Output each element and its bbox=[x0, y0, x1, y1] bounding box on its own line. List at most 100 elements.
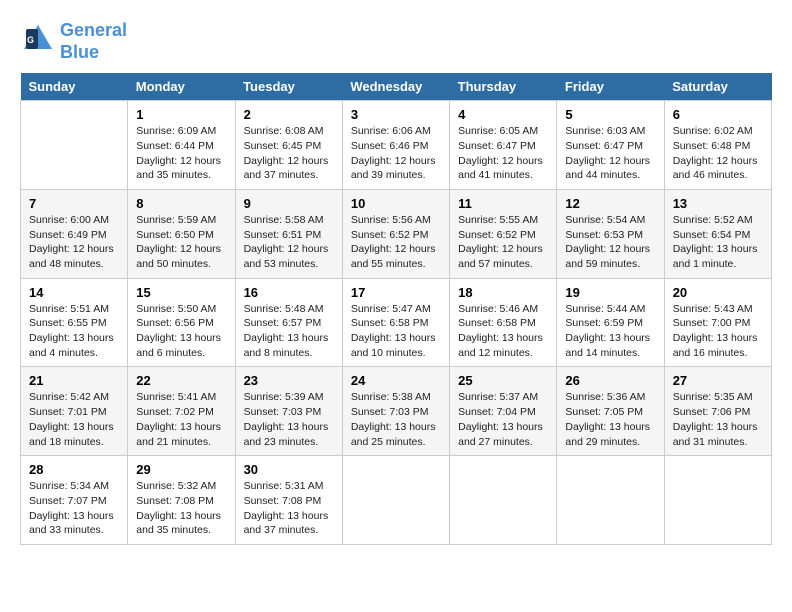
day-cell-16: 16 Sunrise: 5:48 AM Sunset: 6:57 PM Dayli… bbox=[235, 278, 342, 367]
day-number: 7 bbox=[29, 196, 119, 211]
day-info: Sunrise: 5:56 AM Sunset: 6:52 PM Dayligh… bbox=[351, 213, 441, 272]
day-info: Sunrise: 6:05 AM Sunset: 6:47 PM Dayligh… bbox=[458, 124, 548, 183]
day-cell-12: 12Sunrise: 5:54 AM Sunset: 6:53 PM Dayli… bbox=[557, 189, 664, 278]
day-number: 15 bbox=[136, 285, 226, 300]
column-header-friday: Friday bbox=[557, 73, 664, 101]
day-info: Sunrise: 5:58 AM Sunset: 6:51 PM Dayligh… bbox=[244, 213, 334, 272]
day-info: Sunrise: 5:31 AM Sunset: 7:08 PM Dayligh… bbox=[244, 479, 334, 538]
day-info: Sunrise: 5:36 AM Sunset: 7:05 PM Dayligh… bbox=[565, 390, 655, 449]
day-number: 26 bbox=[565, 373, 655, 388]
day-cell-22: 22 Sunrise: 5:41 AM Sunset: 7:02 PM Dayli… bbox=[128, 367, 235, 456]
column-header-thursday: Thursday bbox=[450, 73, 557, 101]
day-number: 14 bbox=[29, 285, 119, 300]
page-header: G General Blue bbox=[20, 20, 772, 63]
calendar-table: SundayMondayTuesdayWednesdayThursdayFrid… bbox=[20, 73, 772, 545]
day-cell-23: 23 Sunrise: 5:39 AM Sunset: 7:03 PM Dayli… bbox=[235, 367, 342, 456]
logo: G General Blue bbox=[20, 20, 127, 63]
day-info: Sunrise: 6:08 AM Sunset: 6:45 PM Dayligh… bbox=[244, 124, 334, 183]
day-info: Sunrise: 5:41 AM Sunset: 7:02 PM Dayligh… bbox=[136, 390, 226, 449]
day-number: 10 bbox=[351, 196, 441, 211]
day-number: 11 bbox=[458, 196, 548, 211]
day-cell-21: 21 Sunrise: 5:42 AM Sunset: 7:01 PM Dayli… bbox=[21, 367, 128, 456]
empty-cell bbox=[557, 456, 664, 545]
day-number: 17 bbox=[351, 285, 441, 300]
header-row: SundayMondayTuesdayWednesdayThursdayFrid… bbox=[21, 73, 772, 101]
day-number: 28 bbox=[29, 462, 119, 477]
day-cell-2: 2 Sunrise: 6:08 AM Sunset: 6:45 PM Daylig… bbox=[235, 101, 342, 190]
empty-cell bbox=[342, 456, 449, 545]
day-number: 30 bbox=[244, 462, 334, 477]
day-info: Sunrise: 5:55 AM Sunset: 6:52 PM Dayligh… bbox=[458, 213, 548, 272]
column-header-sunday: Sunday bbox=[21, 73, 128, 101]
day-info: Sunrise: 5:35 AM Sunset: 7:06 PM Dayligh… bbox=[673, 390, 763, 449]
day-number: 21 bbox=[29, 373, 119, 388]
day-cell-24: 24Sunrise: 5:38 AM Sunset: 7:03 PM Dayli… bbox=[342, 367, 449, 456]
day-number: 1 bbox=[136, 107, 226, 122]
day-number: 24 bbox=[351, 373, 441, 388]
day-number: 3 bbox=[351, 107, 441, 122]
day-cell-10: 10 Sunrise: 5:56 AM Sunset: 6:52 PM Dayli… bbox=[342, 189, 449, 278]
day-number: 9 bbox=[244, 196, 334, 211]
day-number: 23 bbox=[244, 373, 334, 388]
day-cell-11: 11 Sunrise: 5:55 AM Sunset: 6:52 PM Dayli… bbox=[450, 189, 557, 278]
day-cell-25: 25 Sunrise: 5:37 AM Sunset: 7:04 PM Dayli… bbox=[450, 367, 557, 456]
day-info: Sunrise: 6:09 AM Sunset: 6:44 PM Dayligh… bbox=[136, 124, 226, 183]
day-info: Sunrise: 5:54 AM Sunset: 6:53 PM Dayligh… bbox=[565, 213, 655, 272]
day-cell-7: 7 Sunrise: 6:00 AM Sunset: 6:49 PM Daylig… bbox=[21, 189, 128, 278]
week-row-1: 1 Sunrise: 6:09 AM Sunset: 6:44 PM Daylig… bbox=[21, 101, 772, 190]
week-row-3: 14 Sunrise: 5:51 AM Sunset: 6:55 PM Dayli… bbox=[21, 278, 772, 367]
day-number: 2 bbox=[244, 107, 334, 122]
logo-text-line1: General bbox=[60, 20, 127, 42]
day-number: 25 bbox=[458, 373, 548, 388]
day-info: Sunrise: 5:39 AM Sunset: 7:03 PM Dayligh… bbox=[244, 390, 334, 449]
day-cell-20: 20Sunrise: 5:43 AM Sunset: 7:00 PM Dayli… bbox=[664, 278, 771, 367]
day-cell-5: 5 Sunrise: 6:03 AM Sunset: 6:47 PM Daylig… bbox=[557, 101, 664, 190]
day-cell-14: 14 Sunrise: 5:51 AM Sunset: 6:55 PM Dayli… bbox=[21, 278, 128, 367]
week-row-5: 28 Sunrise: 5:34 AM Sunset: 7:07 PM Dayli… bbox=[21, 456, 772, 545]
day-cell-13: 13Sunrise: 5:52 AM Sunset: 6:54 PM Dayli… bbox=[664, 189, 771, 278]
empty-cell bbox=[21, 101, 128, 190]
day-cell-19: 19 Sunrise: 5:44 AM Sunset: 6:59 PM Dayli… bbox=[557, 278, 664, 367]
day-cell-9: 9 Sunrise: 5:58 AM Sunset: 6:51 PM Daylig… bbox=[235, 189, 342, 278]
day-info: Sunrise: 5:46 AM Sunset: 6:58 PM Dayligh… bbox=[458, 302, 548, 361]
day-number: 5 bbox=[565, 107, 655, 122]
day-cell-17: 17 Sunrise: 5:47 AM Sunset: 6:58 PM Dayli… bbox=[342, 278, 449, 367]
day-info: Sunrise: 5:50 AM Sunset: 6:56 PM Dayligh… bbox=[136, 302, 226, 361]
day-number: 19 bbox=[565, 285, 655, 300]
day-info: Sunrise: 5:59 AM Sunset: 6:50 PM Dayligh… bbox=[136, 213, 226, 272]
svg-text:G: G bbox=[27, 35, 34, 45]
column-header-wednesday: Wednesday bbox=[342, 73, 449, 101]
day-info: Sunrise: 5:48 AM Sunset: 6:57 PM Dayligh… bbox=[244, 302, 334, 361]
week-row-4: 21 Sunrise: 5:42 AM Sunset: 7:01 PM Dayli… bbox=[21, 367, 772, 456]
day-number: 4 bbox=[458, 107, 548, 122]
day-info: Sunrise: 5:34 AM Sunset: 7:07 PM Dayligh… bbox=[29, 479, 119, 538]
day-info: Sunrise: 5:42 AM Sunset: 7:01 PM Dayligh… bbox=[29, 390, 119, 449]
day-cell-6: 6Sunrise: 6:02 AM Sunset: 6:48 PM Daylig… bbox=[664, 101, 771, 190]
day-info: Sunrise: 5:52 AM Sunset: 6:54 PM Dayligh… bbox=[673, 213, 763, 272]
day-cell-3: 3Sunrise: 6:06 AM Sunset: 6:46 PM Daylig… bbox=[342, 101, 449, 190]
day-cell-27: 27 Sunrise: 5:35 AM Sunset: 7:06 PM Dayli… bbox=[664, 367, 771, 456]
day-cell-4: 4 Sunrise: 6:05 AM Sunset: 6:47 PM Daylig… bbox=[450, 101, 557, 190]
empty-cell bbox=[664, 456, 771, 545]
day-cell-18: 18Sunrise: 5:46 AM Sunset: 6:58 PM Dayli… bbox=[450, 278, 557, 367]
day-info: Sunrise: 5:37 AM Sunset: 7:04 PM Dayligh… bbox=[458, 390, 548, 449]
day-info: Sunrise: 6:03 AM Sunset: 6:47 PM Dayligh… bbox=[565, 124, 655, 183]
day-cell-15: 15 Sunrise: 5:50 AM Sunset: 6:56 PM Dayli… bbox=[128, 278, 235, 367]
day-number: 16 bbox=[244, 285, 334, 300]
day-cell-26: 26 Sunrise: 5:36 AM Sunset: 7:05 PM Dayli… bbox=[557, 367, 664, 456]
week-row-2: 7 Sunrise: 6:00 AM Sunset: 6:49 PM Daylig… bbox=[21, 189, 772, 278]
day-info: Sunrise: 5:47 AM Sunset: 6:58 PM Dayligh… bbox=[351, 302, 441, 361]
day-info: Sunrise: 5:44 AM Sunset: 6:59 PM Dayligh… bbox=[565, 302, 655, 361]
day-number: 27 bbox=[673, 373, 763, 388]
day-info: Sunrise: 6:02 AM Sunset: 6:48 PM Dayligh… bbox=[673, 124, 763, 183]
day-info: Sunrise: 6:00 AM Sunset: 6:49 PM Dayligh… bbox=[29, 213, 119, 272]
day-cell-29: 29Sunrise: 5:32 AM Sunset: 7:08 PM Dayli… bbox=[128, 456, 235, 545]
day-number: 22 bbox=[136, 373, 226, 388]
day-info: Sunrise: 5:32 AM Sunset: 7:08 PM Dayligh… bbox=[136, 479, 226, 538]
day-info: Sunrise: 5:43 AM Sunset: 7:00 PM Dayligh… bbox=[673, 302, 763, 361]
empty-cell bbox=[450, 456, 557, 545]
logo-icon: G bbox=[20, 21, 56, 57]
day-info: Sunrise: 5:51 AM Sunset: 6:55 PM Dayligh… bbox=[29, 302, 119, 361]
column-header-tuesday: Tuesday bbox=[235, 73, 342, 101]
column-header-saturday: Saturday bbox=[664, 73, 771, 101]
